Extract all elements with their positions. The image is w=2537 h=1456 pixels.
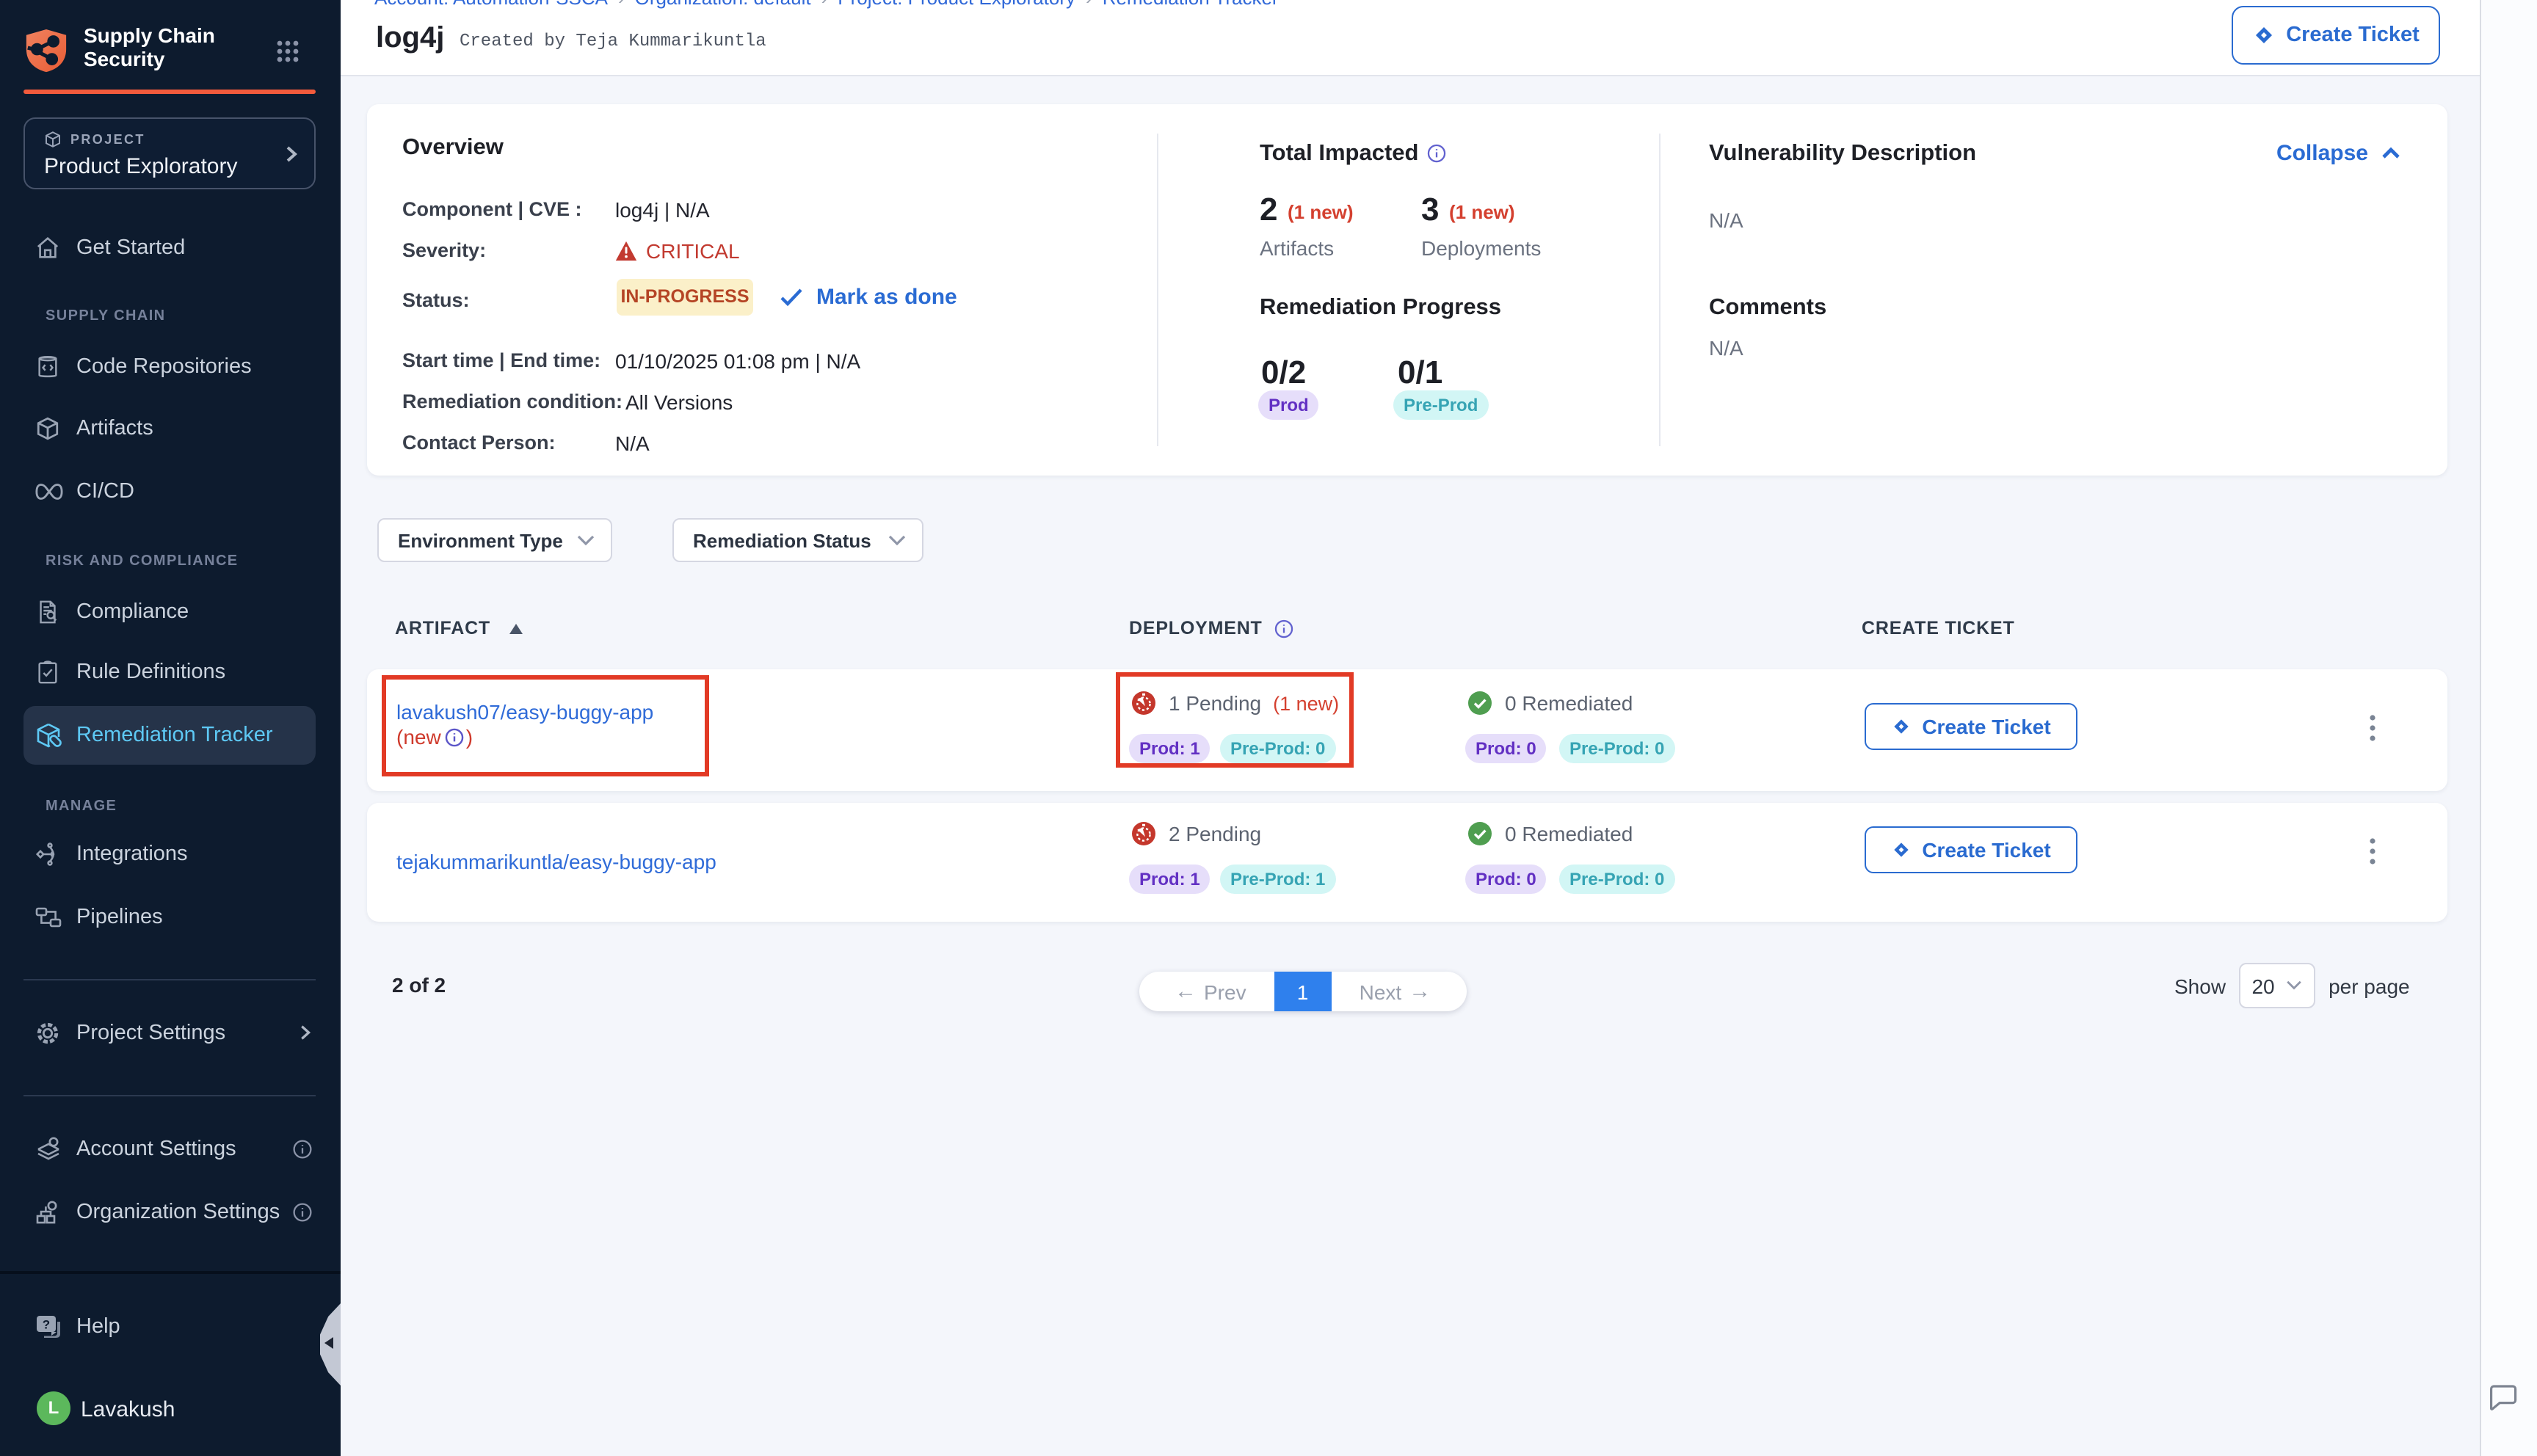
- svg-text:?: ?: [43, 1318, 50, 1332]
